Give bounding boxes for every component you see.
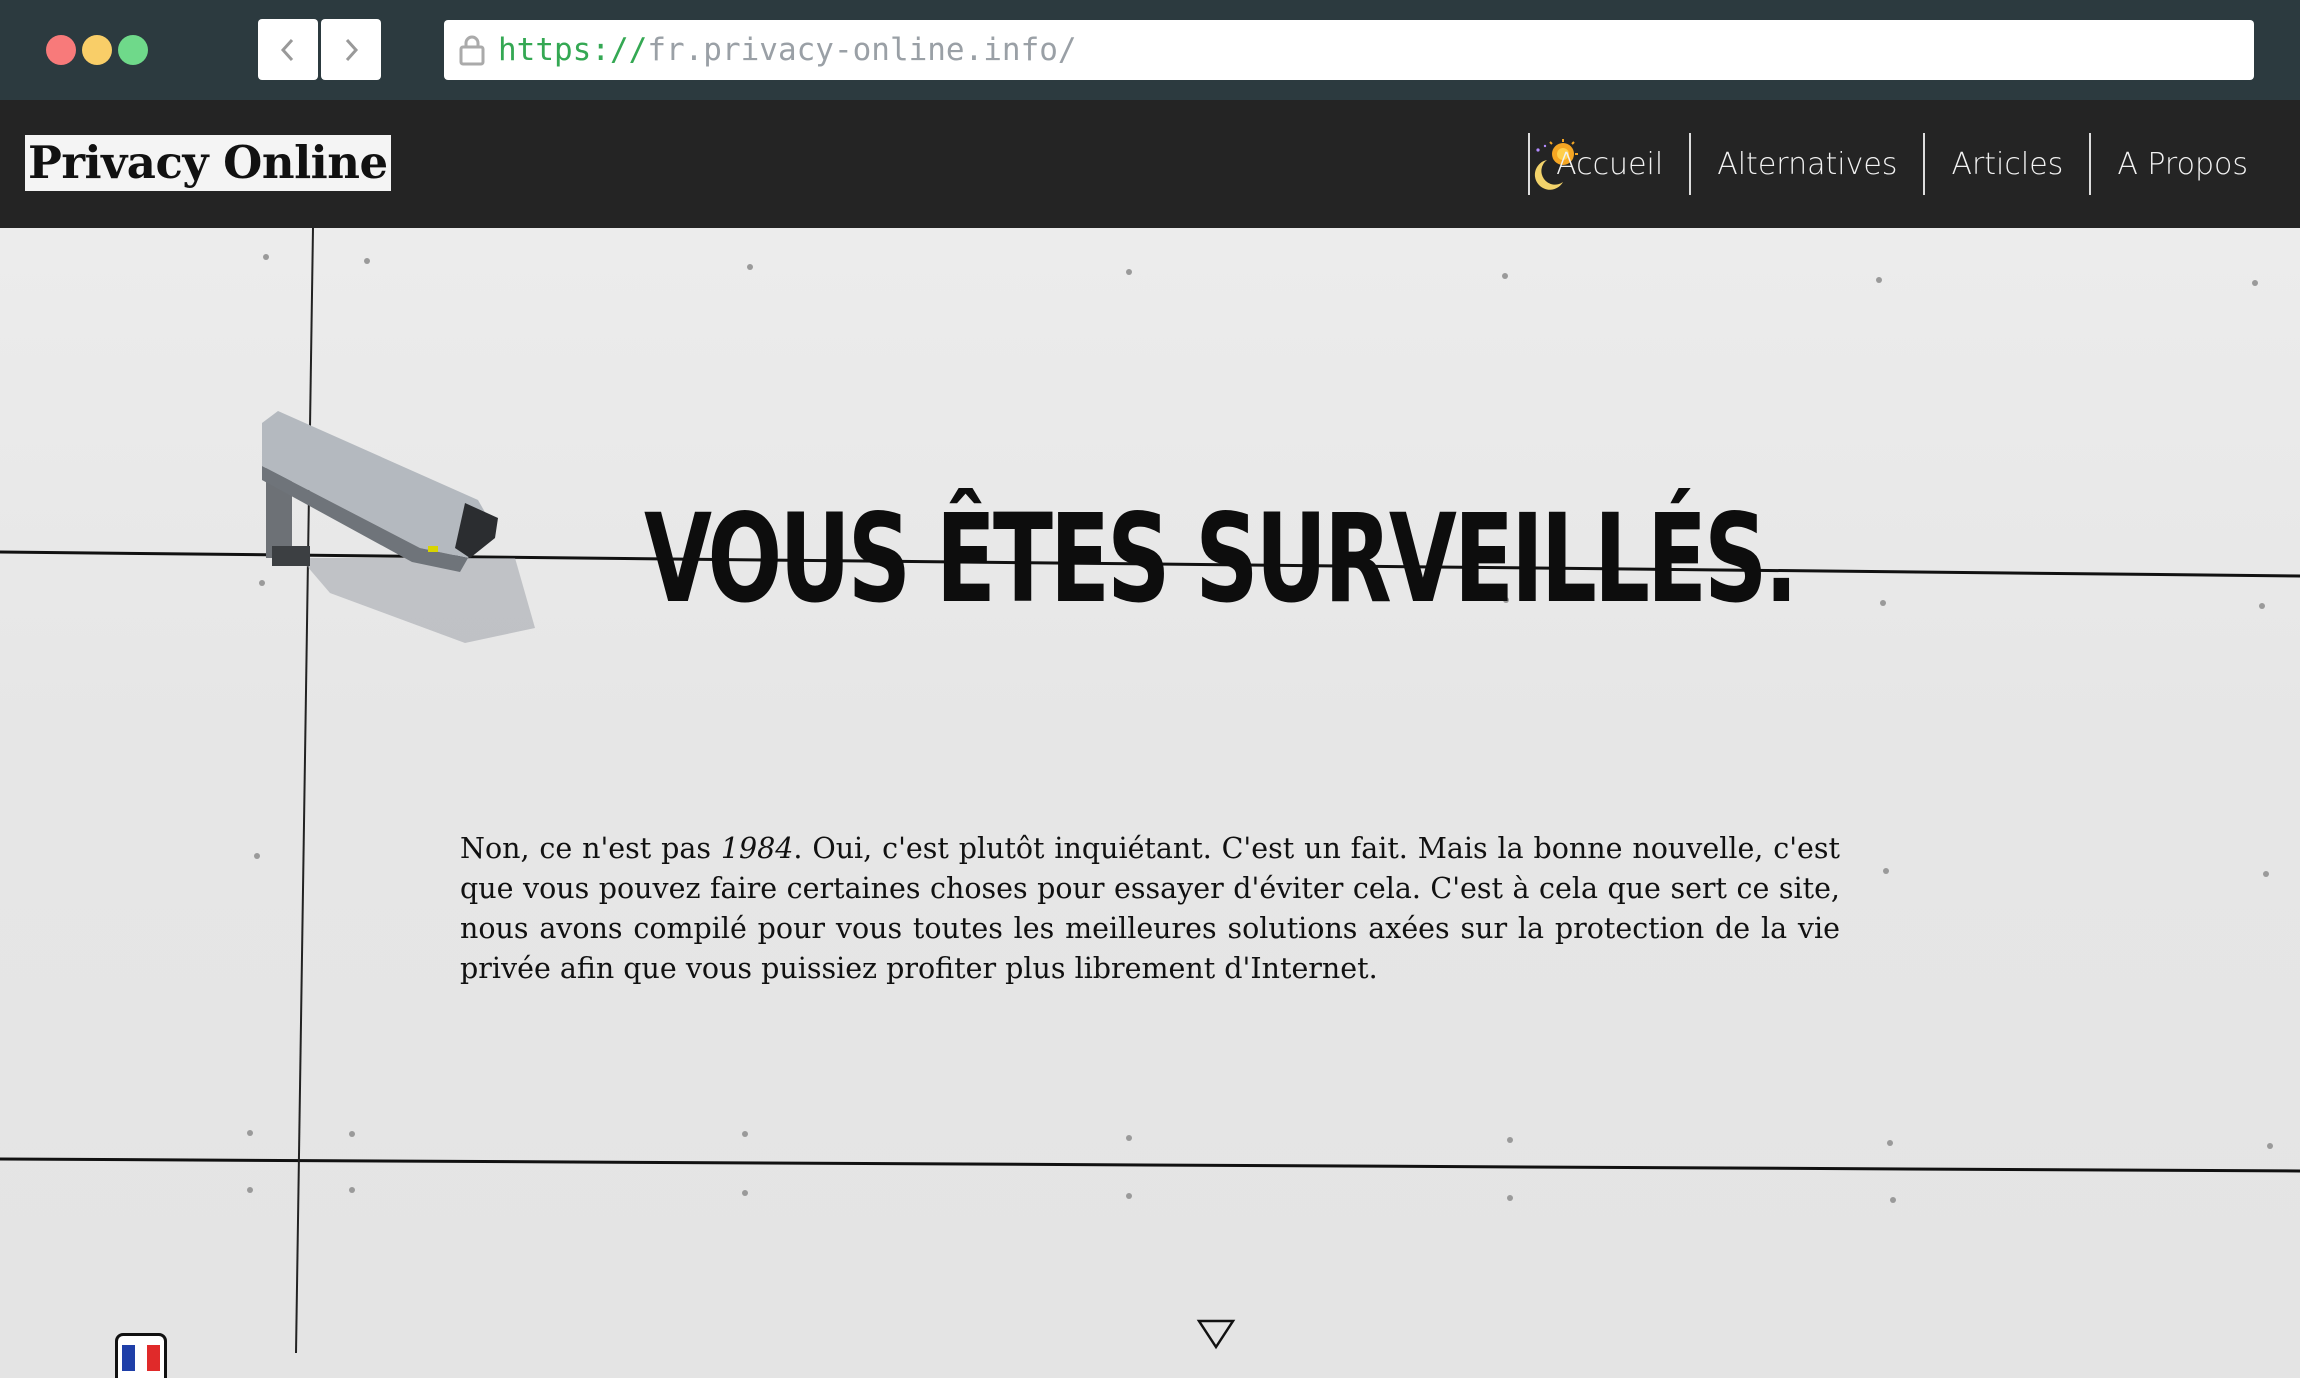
main-nav: Accueil Alternatives Articles A Propos — [1528, 133, 2300, 195]
back-button[interactable] — [258, 19, 318, 80]
browser-chrome: https://fr.privacy-online.info/ — [0, 0, 2300, 100]
site-logo[interactable]: Privacy Online — [25, 135, 391, 191]
hero-text-intro: Non, ce n'est pas — [460, 831, 721, 865]
nav-item-articles[interactable]: Articles — [1925, 133, 2089, 195]
scroll-down-button[interactable] — [1196, 1318, 1236, 1350]
url-host: fr.privacy-online.info/ — [647, 32, 1077, 68]
nav-item-accueil[interactable]: Accueil — [1530, 133, 1689, 195]
url-scheme: https:// — [498, 32, 648, 68]
french-flag-icon — [122, 1345, 160, 1371]
hero-text-emphasis: 1984 — [720, 831, 794, 865]
address-bar[interactable]: https://fr.privacy-online.info/ — [444, 20, 2254, 80]
nav-item-a-propos[interactable]: A Propos — [2091, 133, 2300, 195]
triangle-down-icon — [1196, 1319, 1236, 1350]
minimize-window-button[interactable] — [82, 35, 112, 65]
chevron-left-icon — [280, 38, 294, 61]
nav-item-alternatives[interactable]: Alternatives — [1691, 133, 1923, 195]
security-camera-graphic — [262, 411, 535, 643]
hero-background-image — [0, 228, 2300, 1354]
hero-section: VOUS ÊTES SURVEILLÉS. Non, ce n'est pas … — [0, 228, 2300, 1378]
site-header: Privacy Online Accueil Alternatives Arti… — [0, 100, 2300, 228]
forward-button[interactable] — [321, 19, 381, 80]
close-window-button[interactable] — [46, 35, 76, 65]
chevron-right-icon — [345, 38, 359, 61]
hero-title: VOUS ÊTES SURVEILLÉS. — [644, 487, 1798, 630]
hero-paragraph: Non, ce n'est pas 1984. Oui, c'est plutô… — [460, 829, 1840, 989]
language-switcher[interactable] — [115, 1333, 167, 1378]
maximize-window-button[interactable] — [118, 35, 148, 65]
lock-icon — [458, 34, 486, 66]
